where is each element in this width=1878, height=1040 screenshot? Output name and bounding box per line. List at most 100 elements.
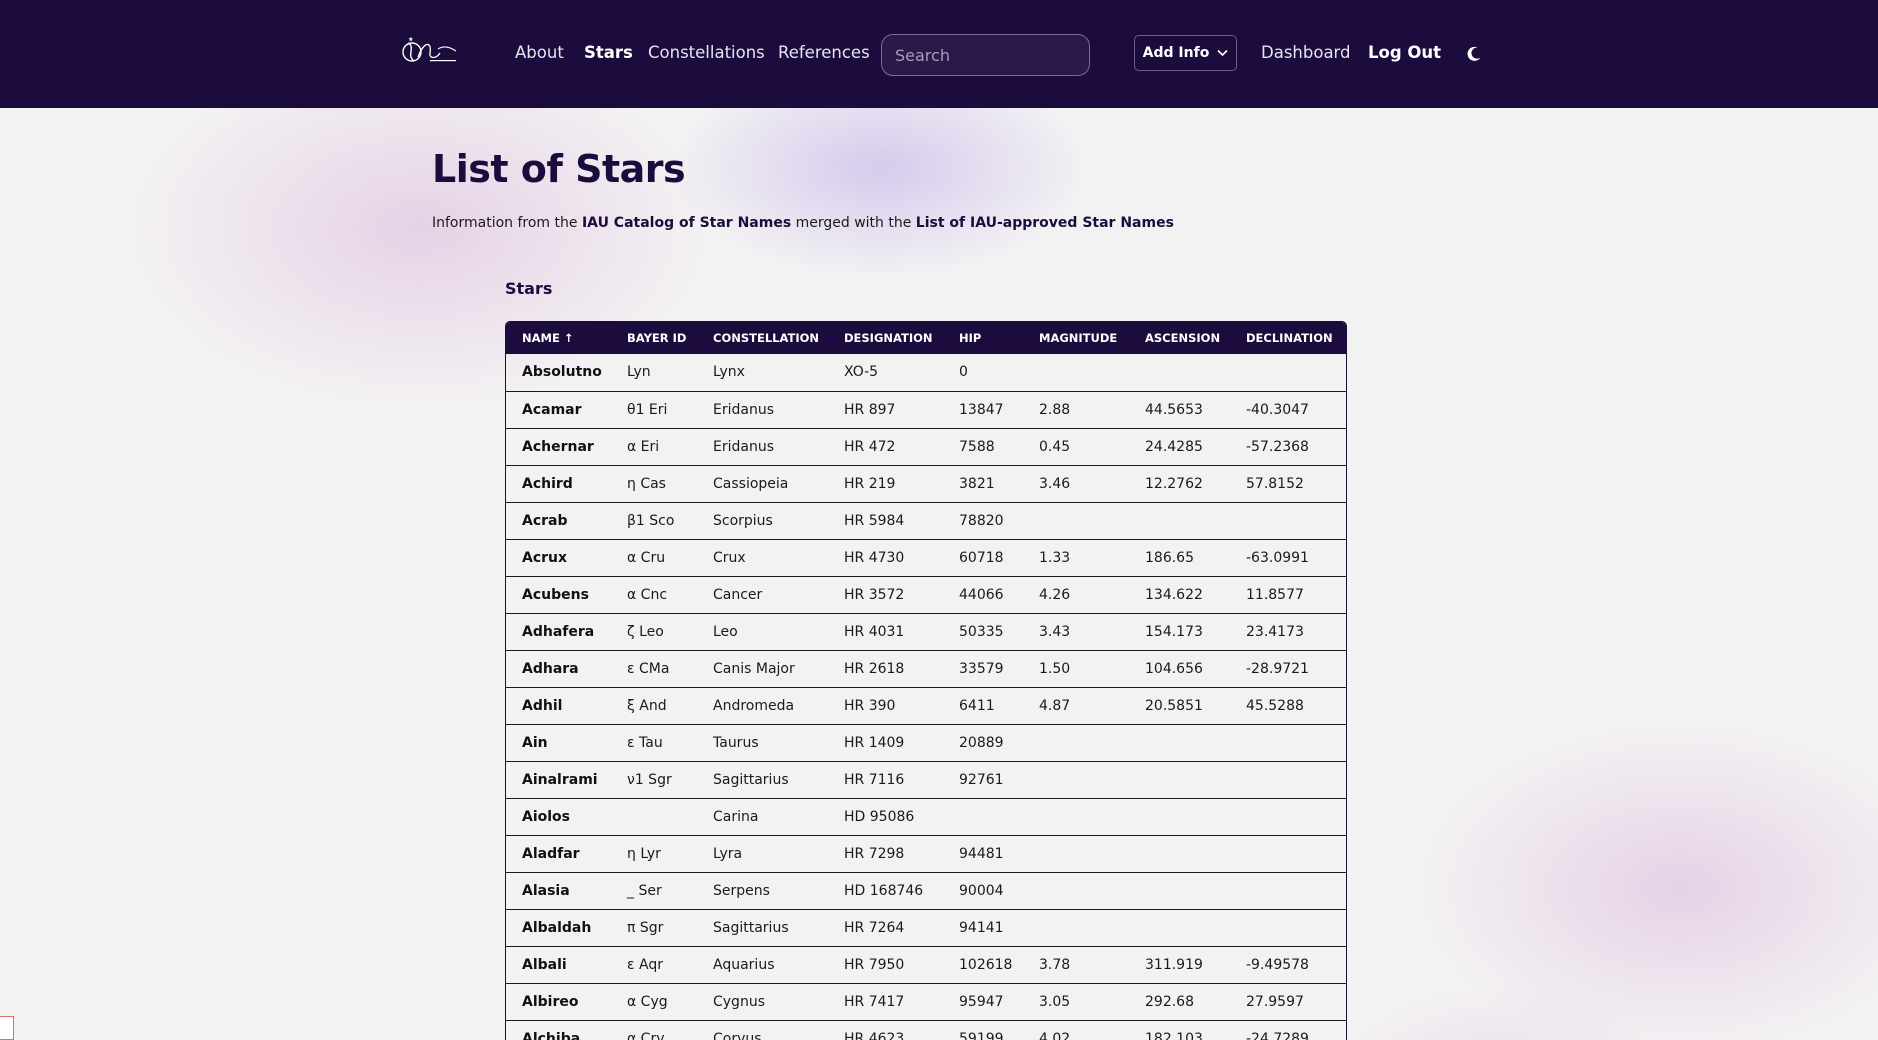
top-navbar: About Stars Constellations References Ad… xyxy=(0,0,1878,108)
nav-about-link[interactable]: About xyxy=(515,42,564,64)
cell-name[interactable]: Albali xyxy=(506,946,611,983)
cell-designation: HR 4623 xyxy=(844,1030,905,1040)
table-row[interactable]: Albireo α Cyg Cygnus HR 7417 95947 3.05 292.68… xyxy=(506,983,1346,1020)
cell-name[interactable]: Albireo xyxy=(506,983,611,1020)
table-row[interactable]: Achernar α Eri Eridanus HR 472 7588 0.45 24.42… xyxy=(506,428,1346,465)
table-row[interactable]: Adhil ξ And Andromeda HR 390 6411 4.87 20.5851… xyxy=(506,687,1346,724)
cell-constellation: Leo xyxy=(713,623,738,640)
cell-ascension: 292.68 xyxy=(1145,993,1194,1010)
cell-bayer-id: α Crv xyxy=(627,1030,665,1040)
cell-declination: 27.9597 xyxy=(1246,993,1304,1010)
cell-magnitude: 0.45 xyxy=(1039,438,1071,455)
cell-bayer-id: ζ Leo xyxy=(627,623,664,640)
cell-name[interactable]: Acrux xyxy=(506,539,611,576)
table-row[interactable]: Acrux α Cru Crux HR 4730 60718 1.33 186.65 -63.… xyxy=(506,539,1346,576)
column-header-designation[interactable]: DESIGNATION xyxy=(828,322,943,354)
column-header-constellation[interactable]: CONSTELLATION xyxy=(697,322,828,354)
cell-hip: 0 xyxy=(959,364,968,381)
cell-hip xyxy=(943,798,1023,835)
cell-ascension xyxy=(1129,354,1230,391)
cell-hip: 20889 xyxy=(959,734,1004,751)
cell-name[interactable]: Ain xyxy=(506,724,611,761)
sidhara-logo-icon[interactable] xyxy=(400,33,460,71)
cell-bayer-id: ε Aqr xyxy=(627,956,663,973)
table-row[interactable]: Acubens α Cnc Cancer HR 3572 44066 4.26 134.62… xyxy=(506,576,1346,613)
cell-name[interactable]: Alasia xyxy=(506,872,611,909)
page-title: List of Stars xyxy=(432,147,686,191)
cell-designation: HD 168746 xyxy=(844,882,924,899)
cell-name[interactable]: Aladfar xyxy=(506,835,611,872)
table-row[interactable]: Ain ε Tau Taurus HR 1409 20889 xyxy=(506,724,1346,761)
cell-declination: 57.8152 xyxy=(1246,475,1304,492)
table-row[interactable]: Albali ε Aqr Aquarius HR 7950 102618 3.78 311.… xyxy=(506,946,1346,983)
cell-constellation: Crux xyxy=(713,549,746,566)
section-title: Stars xyxy=(505,279,553,298)
column-header-name[interactable]: NAME ↑ xyxy=(506,322,611,354)
add-info-label: Add Info xyxy=(1142,45,1210,61)
cell-name[interactable]: Achernar xyxy=(506,428,611,465)
cell-magnitude: 3.43 xyxy=(1039,623,1071,640)
column-header-hip[interactable]: HIP xyxy=(943,322,1023,354)
table-row[interactable]: Aiolos Carina HD 95086 xyxy=(506,798,1346,835)
cell-name[interactable]: Adhafera xyxy=(506,613,611,650)
cell-constellation: Cygnus xyxy=(713,993,765,1010)
table-row[interactable]: Alasia _ Ser Serpens HD 168746 90004 xyxy=(506,872,1346,909)
cell-name[interactable]: Achird xyxy=(506,465,611,502)
cell-name[interactable]: Ainalrami xyxy=(506,761,611,798)
nav-dashboard-link[interactable]: Dashboard xyxy=(1261,42,1351,64)
cell-declination: -24.7289 xyxy=(1246,1030,1309,1040)
iau-approved-names-link[interactable]: List of IAU-approved Star Names xyxy=(916,215,1174,231)
cell-name[interactable]: Acrab xyxy=(506,502,611,539)
cell-name[interactable]: Adhil xyxy=(506,687,611,724)
stars-table: NAME ↑ BAYER ID CONSTELLATION DESIGNATION HI… xyxy=(506,322,1346,1040)
table-row[interactable]: Adhara ε CMa Canis Major HR 2618 33579 1.50 10… xyxy=(506,650,1346,687)
table-row[interactable]: Achird η Cas Cassiopeia HR 219 3821 3.46 12.27… xyxy=(506,465,1346,502)
cell-ascension: 20.5851 xyxy=(1145,697,1203,714)
column-header-declination[interactable]: DECLINATION xyxy=(1230,322,1346,354)
column-header-ascension[interactable]: ASCENSION xyxy=(1129,322,1230,354)
nav-stars-link[interactable]: Stars xyxy=(584,42,633,64)
cell-name[interactable]: Alchiba xyxy=(506,1020,611,1040)
intro-text: Information from the IAU Catalog of Star… xyxy=(432,213,1174,233)
cell-declination: -9.49578 xyxy=(1246,956,1309,973)
column-header-magnitude[interactable]: MAGNITUDE xyxy=(1023,322,1129,354)
table-header: NAME ↑ BAYER ID CONSTELLATION DESIGNATION HI… xyxy=(506,322,1346,354)
cell-bayer-id: α Cru xyxy=(627,549,666,566)
table-row[interactable]: Ainalrami ν1 Sgr Sagittarius HR 7116 92761 xyxy=(506,761,1346,798)
cell-name[interactable]: Absolutno xyxy=(506,354,611,391)
table-row[interactable]: Aladfar η Lyr Lyra HR 7298 94481 xyxy=(506,835,1346,872)
cell-declination xyxy=(1230,761,1346,798)
table-row[interactable]: Acamar θ1 Eri Eridanus HR 897 13847 2.88 44.56… xyxy=(506,391,1346,428)
table-row[interactable]: Albaldah π Sgr Sagittarius HR 7264 94141 xyxy=(506,909,1346,946)
cell-magnitude xyxy=(1023,909,1129,946)
cell-name[interactable]: Aiolos xyxy=(506,798,611,835)
search-input[interactable] xyxy=(881,34,1090,76)
table-row[interactable]: Acrab β1 Sco Scorpius HR 5984 78820 xyxy=(506,502,1346,539)
table-row[interactable]: Alchiba α Crv Corvus HR 4623 59199 4.02 182.10… xyxy=(506,1020,1346,1040)
nav-constellations-link[interactable]: Constellations xyxy=(648,42,765,64)
add-info-dropdown-button[interactable]: Add Info xyxy=(1134,35,1237,71)
cell-bayer-id: ε Tau xyxy=(627,734,663,751)
cell-name[interactable]: Acamar xyxy=(506,391,611,428)
cell-name[interactable]: Albaldah xyxy=(506,909,611,946)
cell-declination: 45.5288 xyxy=(1246,697,1304,714)
cell-hip: 90004 xyxy=(959,882,1004,899)
iau-catalog-link[interactable]: IAU Catalog of Star Names xyxy=(582,215,791,231)
cell-ascension: 134.622 xyxy=(1145,586,1203,603)
cell-name[interactable]: Acubens xyxy=(506,576,611,613)
cell-declination xyxy=(1230,354,1346,391)
moon-icon[interactable] xyxy=(1465,45,1483,63)
cell-bayer-id: α Eri xyxy=(627,438,660,455)
table-row[interactable]: Absolutno Lyn Lynx XO-5 0 xyxy=(506,354,1346,391)
cell-name[interactable]: Adhara xyxy=(506,650,611,687)
nav-logout-link[interactable]: Log Out xyxy=(1368,42,1441,64)
cell-constellation: Eridanus xyxy=(713,438,774,455)
cell-ascension: 104.656 xyxy=(1145,660,1203,677)
cell-designation: HR 897 xyxy=(844,401,896,418)
nav-references-link[interactable]: References xyxy=(778,42,870,64)
intro-prefix: Information from the xyxy=(432,215,582,231)
cell-magnitude: 3.46 xyxy=(1039,475,1071,492)
cell-magnitude xyxy=(1023,502,1129,539)
column-header-bayer-id[interactable]: BAYER ID xyxy=(611,322,697,354)
table-row[interactable]: Adhafera ζ Leo Leo HR 4031 50335 3.43 154.173 2… xyxy=(506,613,1346,650)
